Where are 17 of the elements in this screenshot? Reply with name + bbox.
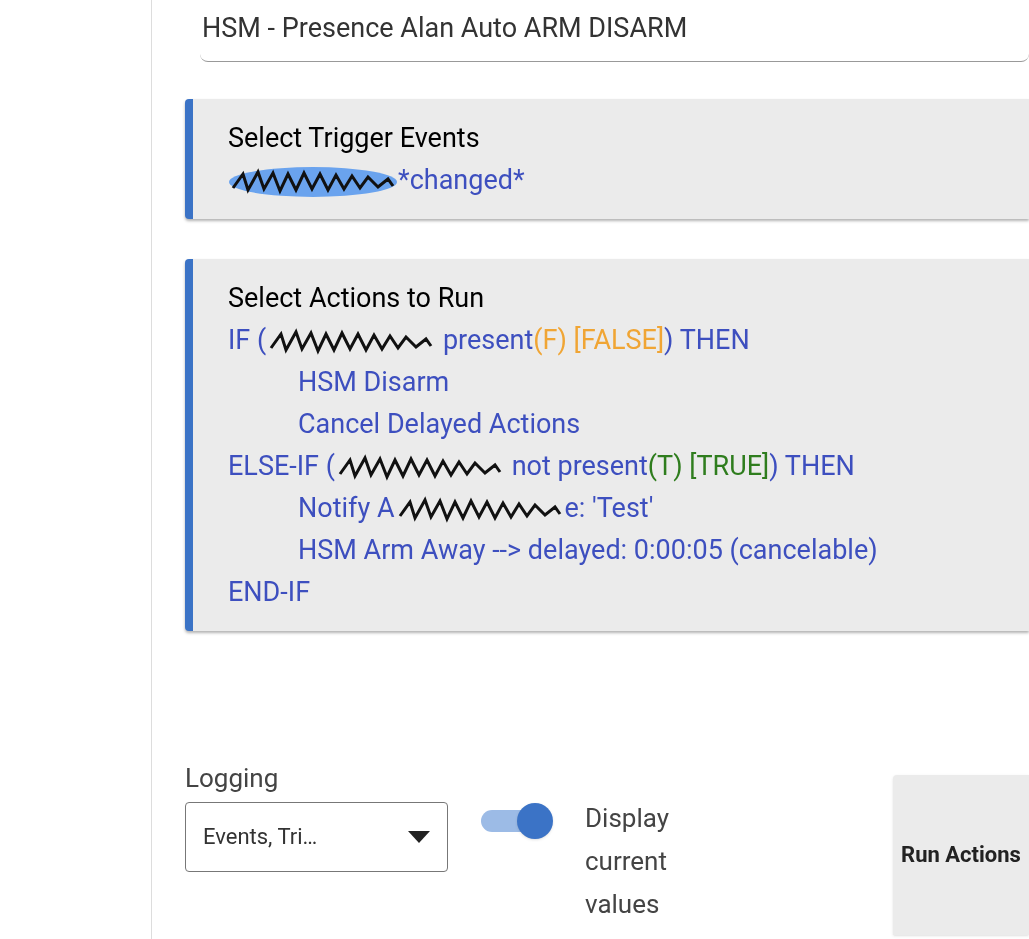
action-line: ELSE-IF ( not present(T) [TRUE]) THEN bbox=[228, 444, 1029, 487]
logging-label: Logging bbox=[185, 761, 280, 795]
title-field[interactable]: HSM - Presence Alan Auto ARM DISARM bbox=[200, 0, 1029, 62]
dropdown-caret-icon bbox=[408, 830, 430, 843]
action-line: *changed* bbox=[228, 158, 1029, 201]
toggle-label: Display current values bbox=[585, 801, 670, 921]
action-line: HSM Disarm bbox=[298, 364, 451, 400]
action-line: END-IF bbox=[228, 574, 312, 610]
logging-select[interactable]: Events, Tri… bbox=[185, 801, 448, 872]
run-actions-button[interactable]: Run Actions bbox=[893, 774, 1029, 935]
display-toggle[interactable] bbox=[481, 802, 553, 839]
card-heading: Select Actions to Run bbox=[228, 280, 486, 316]
action-line: Cancel Delayed Actions bbox=[298, 406, 582, 442]
action-line: HSM Arm Away --> delayed: 0:00:05 (cancelable) bbox=[298, 532, 879, 568]
card-heading: Select Trigger Events bbox=[228, 120, 481, 156]
action-line: IF ( present(F) [FALSE]) THEN bbox=[228, 318, 1029, 361]
action-line: Notify A e: 'Test' bbox=[298, 486, 1029, 529]
